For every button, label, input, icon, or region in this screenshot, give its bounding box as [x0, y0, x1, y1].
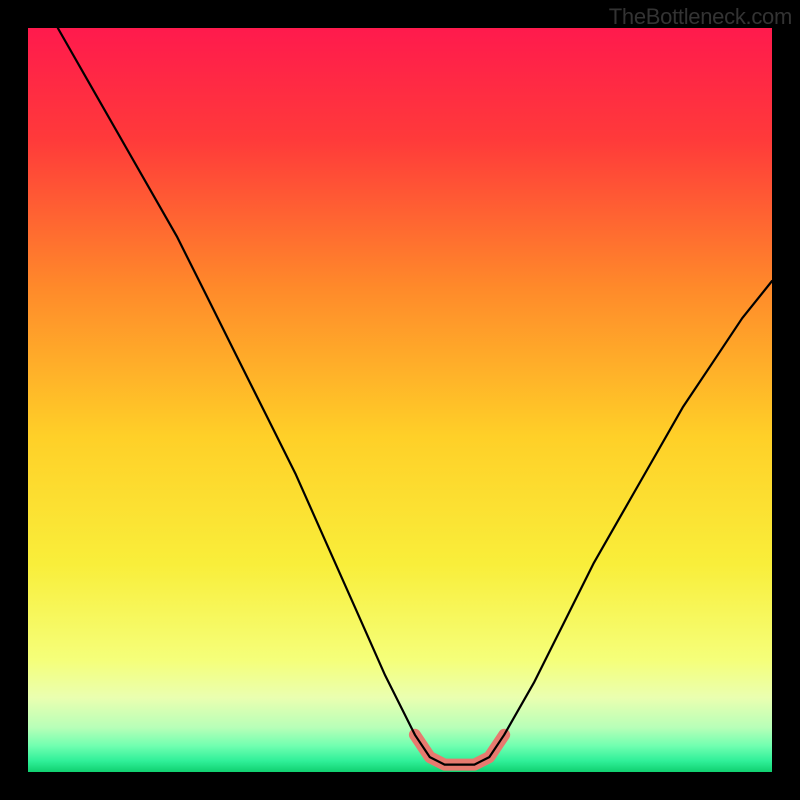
plot-background — [28, 28, 772, 772]
watermark-text: TheBottleneck.com — [609, 4, 792, 30]
bottleneck-chart: TheBottleneck.com — [0, 0, 800, 800]
chart-svg — [0, 0, 800, 800]
